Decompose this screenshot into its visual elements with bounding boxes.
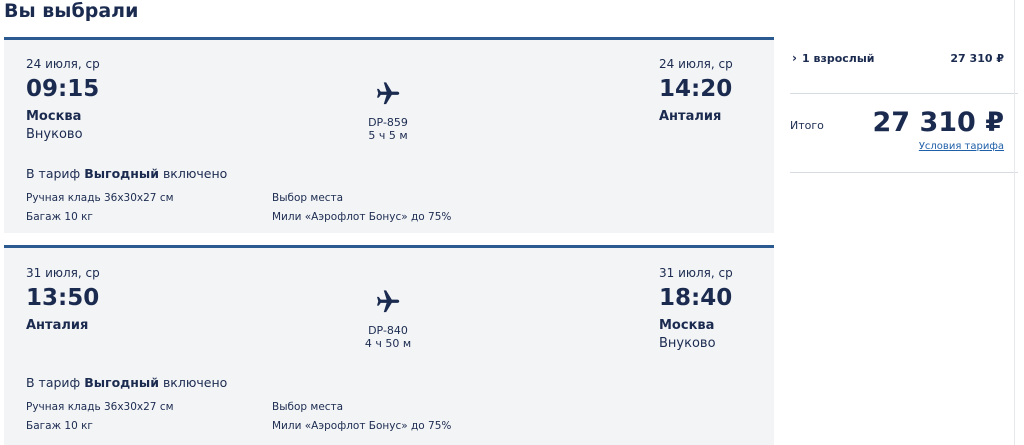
total-label: Итого (790, 119, 824, 132)
arrival-city: Анталия (659, 109, 722, 124)
departure-time: 13:50 (26, 285, 100, 311)
arrival-date: 24 июля, ср (659, 57, 733, 71)
tariff-prefix: В тариф (26, 166, 85, 181)
flight-card-outbound: 24 июля, ср 09:15 Москва Внуково DP-859 … (4, 37, 774, 233)
feature-miles: Мили «Аэрофлот Бонус» до 75% (272, 420, 452, 432)
passengers-label: 1 взрослый (802, 52, 875, 65)
feature-hand-luggage: Ручная кладь 36x30x27 см (26, 401, 174, 413)
price-summary: › 1 взрослый 27 310 ₽ Итого 27 310 ₽ Усл… (790, 37, 1018, 173)
departure-date: 31 июля, ср (26, 266, 100, 280)
flight-duration: 4 ч 50 м (364, 337, 412, 350)
flight-number: DP-840 (368, 324, 408, 337)
arrival-time: 18:40 (659, 285, 733, 311)
feature-miles: Мили «Аэрофлот Бонус» до 75% (272, 211, 452, 223)
divider (1014, 0, 1015, 445)
arrival-airport: Внуково (659, 336, 716, 351)
arrival-date: 31 июля, ср (659, 266, 733, 280)
departure-city: Москва (26, 109, 82, 124)
feature-hand-luggage: Ручная кладь 36x30x27 см (26, 192, 174, 204)
feature-baggage: Багаж 10 кг (26, 420, 93, 432)
tariff-prefix: В тариф (26, 375, 85, 390)
page-title: Вы выбрали (4, 0, 139, 22)
tariff-suffix: включено (158, 166, 228, 181)
departure-city: Анталия (26, 318, 89, 333)
flight-card-return: 31 июля, ср 13:50 Анталия DP-840 4 ч 50 … (4, 245, 774, 445)
divider (790, 93, 1018, 94)
total-price: 27 310 ₽ (872, 107, 1004, 138)
tariff-name: Выгодный (84, 166, 159, 181)
departure-date: 24 июля, ср (26, 57, 100, 71)
flight-duration: 5 ч 5 м (368, 129, 408, 142)
feature-seat-selection: Выбор места (272, 401, 344, 413)
feature-seat-selection: Выбор места (272, 192, 344, 204)
divider (790, 172, 1018, 173)
tariff-included-line: В тариф Выгодный включено (26, 166, 227, 181)
arrival-city: Москва (659, 318, 715, 333)
chevron-right-icon[interactable]: › (792, 51, 797, 65)
tariff-conditions-link[interactable]: Условия тарифа (919, 141, 1004, 152)
airplane-icon (377, 82, 400, 105)
flight-number: DP-859 (368, 116, 408, 129)
passengers-row[interactable]: › 1 взрослый 27 310 ₽ (790, 51, 1018, 71)
feature-baggage: Багаж 10 кг (26, 211, 93, 223)
departure-airport: Внуково (26, 127, 83, 142)
tariff-suffix: включено (158, 375, 228, 390)
airplane-icon (377, 290, 400, 313)
passengers-price: 27 310 ₽ (950, 52, 1004, 65)
departure-time: 09:15 (26, 76, 100, 102)
tariff-name: Выгодный (84, 375, 159, 390)
arrival-time: 14:20 (659, 76, 733, 102)
tariff-included-line: В тариф Выгодный включено (26, 375, 227, 390)
